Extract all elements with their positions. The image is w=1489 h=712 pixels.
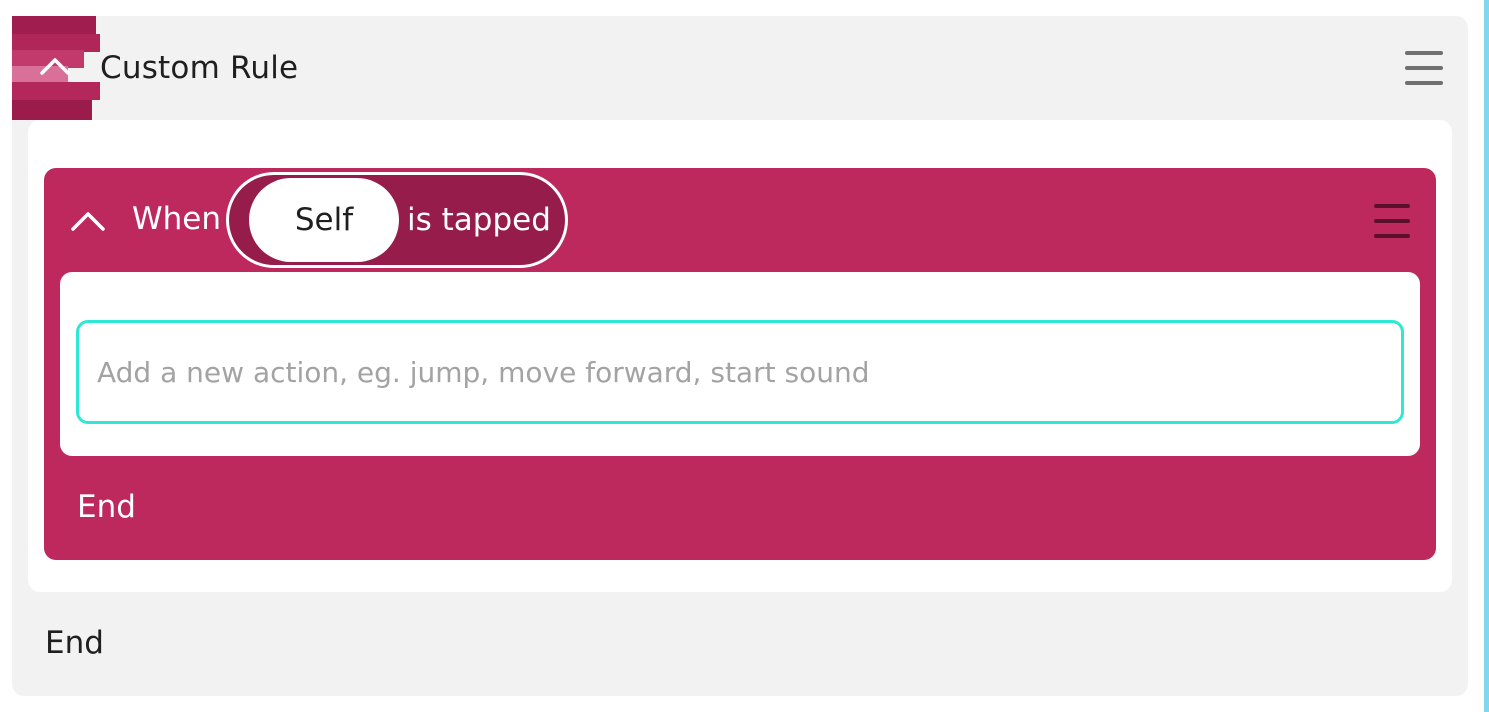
rule-body: When Self is tapped End bbox=[28, 120, 1452, 592]
chevron-up-icon bbox=[40, 58, 70, 75]
add-action-input[interactable] bbox=[76, 320, 1404, 424]
hamburger-menu-icon bbox=[1374, 234, 1410, 238]
hamburger-menu-icon bbox=[1374, 219, 1410, 223]
rule-title: Custom Rule bbox=[100, 50, 299, 86]
actions-area bbox=[60, 272, 1420, 456]
rule-menu-button[interactable] bbox=[1405, 51, 1443, 85]
hamburger-menu-icon bbox=[1374, 204, 1410, 208]
event-label[interactable]: is tapped bbox=[407, 200, 551, 240]
hamburger-menu-icon bbox=[1405, 51, 1443, 55]
hamburger-menu-icon bbox=[1405, 66, 1443, 70]
scroll-edge bbox=[1484, 0, 1489, 712]
rule-icon-stripe bbox=[12, 82, 100, 100]
rule-end-label: End bbox=[45, 625, 104, 661]
trigger-block: When Self is tapped End bbox=[44, 168, 1436, 560]
chevron-up-icon[interactable] bbox=[70, 208, 106, 232]
rule-icon-stripe bbox=[12, 16, 96, 34]
trigger-end-label: End bbox=[77, 489, 136, 525]
when-label: When bbox=[132, 201, 222, 237]
rule-collapse-button[interactable] bbox=[12, 16, 102, 120]
trigger-condition-pill[interactable]: Self is tapped bbox=[226, 172, 568, 268]
custom-rule-card: Custom Rule When Self is tapped E bbox=[12, 16, 1468, 696]
rule-icon-stripe bbox=[12, 100, 92, 120]
hamburger-menu-icon bbox=[1405, 81, 1443, 85]
trigger-menu-button[interactable] bbox=[1374, 204, 1410, 238]
subject-selector[interactable]: Self bbox=[249, 178, 399, 262]
